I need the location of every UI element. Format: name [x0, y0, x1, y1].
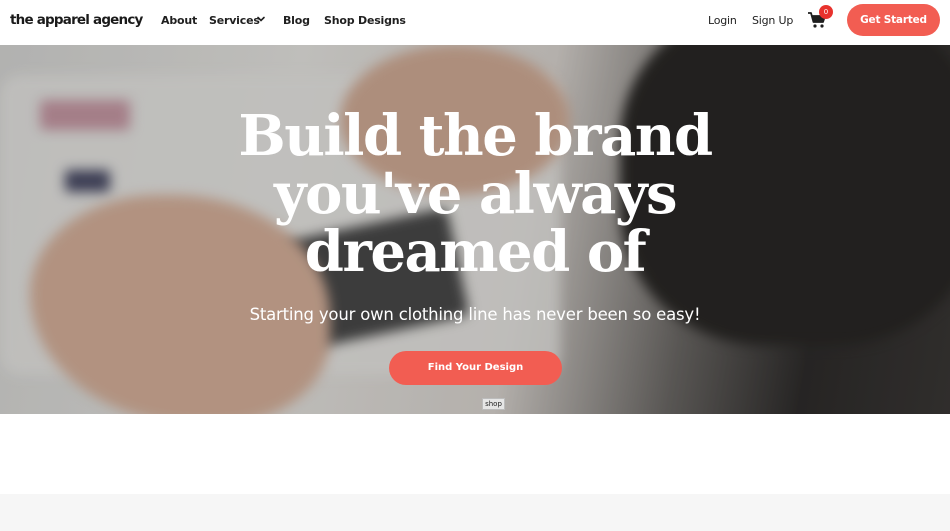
get-started-button[interactable]: Get Started: [847, 4, 940, 36]
hero-section: Build the brand you've always dreamed of…: [0, 45, 950, 414]
nav-login[interactable]: Login: [708, 14, 737, 27]
hero-headline-line: dreamed of: [304, 219, 647, 285]
cart-count-badge: 0: [819, 5, 833, 19]
section-divider-band: [0, 494, 950, 531]
hero-subheadline: Starting your own clothing line has neve…: [249, 305, 701, 324]
nav-shop-designs[interactable]: Shop Designs: [324, 14, 406, 27]
find-your-design-button[interactable]: Find Your Design: [389, 351, 562, 385]
hero-headline: Build the brand you've always dreamed of: [0, 107, 950, 281]
nav-blog[interactable]: Blog: [283, 14, 310, 27]
top-nav: the apparel agency About Services Blog S…: [0, 0, 950, 45]
brand-logo[interactable]: the apparel agency: [10, 12, 143, 28]
hero-headline-line: you've always: [273, 161, 678, 227]
nav-about[interactable]: About: [161, 14, 197, 27]
nav-services[interactable]: Services: [209, 14, 260, 27]
nav-sign-up[interactable]: Sign Up: [752, 14, 793, 27]
hero-headline-line: Build the brand: [238, 103, 713, 169]
chevron-down-icon[interactable]: [256, 14, 266, 24]
shop-tag: shop: [482, 398, 505, 410]
